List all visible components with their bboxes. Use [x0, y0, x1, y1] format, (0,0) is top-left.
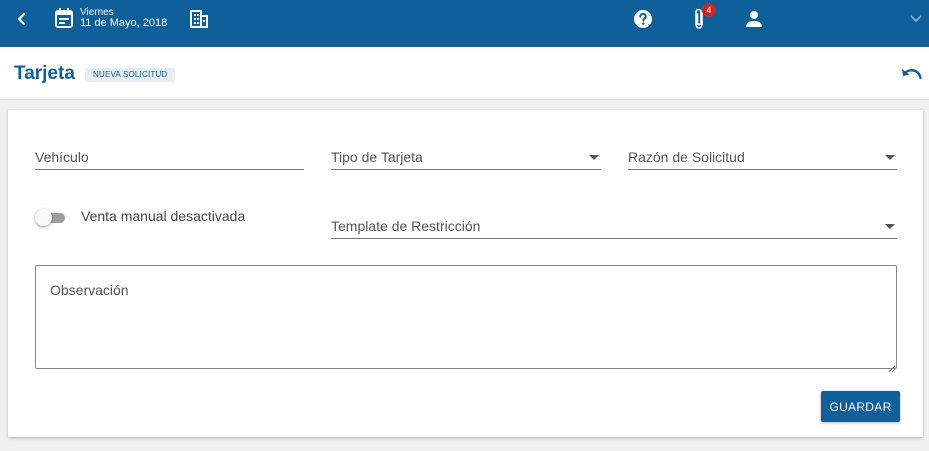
resize-grip-icon[interactable] [888, 360, 896, 373]
dropdown-arrow-icon [885, 224, 895, 229]
observacion-textarea[interactable] [35, 265, 897, 369]
venta-manual-label: Venta manual desactivada [81, 208, 246, 224]
calendar-icon [54, 7, 74, 29]
template-restriccion-label: Template de Restricción [331, 218, 481, 234]
person-icon[interactable] [743, 8, 765, 30]
chevron-down-icon[interactable] [907, 10, 925, 28]
toggle-knob [35, 209, 52, 226]
template-restriccion-select[interactable]: Template de Restricción [331, 218, 897, 239]
dropdown-arrow-icon [589, 155, 599, 160]
building-icon[interactable] [189, 9, 209, 29]
vehiculo-field[interactable]: Vehículo [35, 149, 304, 170]
page-title: Tarjeta [14, 63, 75, 84]
date-full: 11 de Mayo, 2018 [80, 17, 168, 29]
help-icon[interactable] [632, 8, 654, 30]
venta-manual-toggle[interactable] [35, 209, 67, 226]
save-button[interactable]: GUARDAR [821, 391, 900, 422]
dropdown-arrow-icon [885, 155, 895, 160]
status-badge: NUEVA SOLICITUD [85, 68, 176, 82]
razon-solicitud-select[interactable]: Razón de Solicitud [628, 149, 897, 170]
top-app-bar: Viernes 11 de Mayo, 2018 4 [0, 0, 929, 47]
page-header: Tarjeta NUEVA SOLICITUD [0, 47, 929, 100]
razon-solicitud-label: Razón de Solicitud [628, 149, 745, 165]
tipo-tarjeta-select[interactable]: Tipo de Tarjeta [331, 149, 601, 170]
form-card: Vehículo Tipo de Tarjeta Razón de Solici… [8, 110, 923, 437]
current-date: Viernes 11 de Mayo, 2018 [80, 8, 168, 29]
back-arrow-icon[interactable] [12, 9, 32, 29]
undo-icon[interactable] [900, 66, 922, 84]
vehiculo-label: Vehículo [35, 149, 89, 165]
tipo-tarjeta-label: Tipo de Tarjeta [331, 149, 423, 165]
attachments-count-badge: 4 [702, 3, 716, 17]
